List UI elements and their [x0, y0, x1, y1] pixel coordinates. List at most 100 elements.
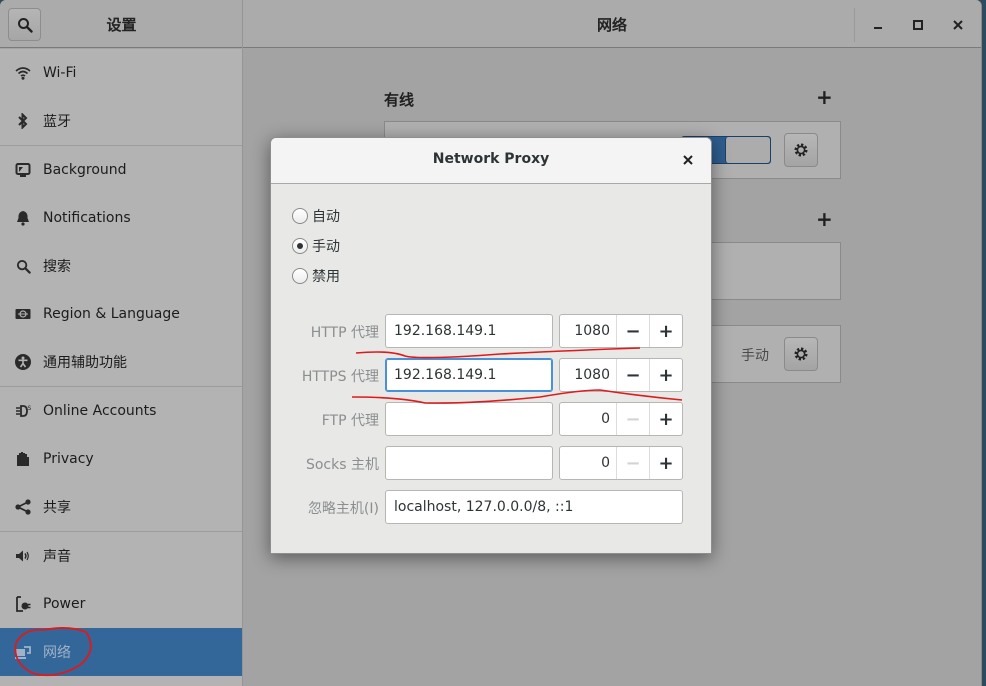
hand-icon — [14, 450, 32, 468]
sidebar-item-label: 通用辅助功能 — [43, 355, 127, 371]
add-wired-button[interactable]: + — [816, 85, 833, 109]
radio-button[interactable] — [292, 268, 308, 284]
svg-text:S: S — [27, 405, 31, 412]
https-proxy-label: HTTPS 代理 — [301, 369, 379, 385]
decrement-button[interactable]: − — [616, 315, 649, 347]
port-value[interactable]: 0 — [560, 447, 616, 479]
dialog-close-button[interactable] — [679, 151, 697, 169]
sidebar-item-notifications[interactable]: Notifications — [0, 194, 242, 242]
sidebar-header: 设置 — [0, 0, 243, 48]
region-icon — [14, 305, 32, 323]
port-value[interactable]: 0 — [560, 403, 616, 435]
sidebar-item-sharing[interactable]: 共享 — [0, 483, 242, 531]
sidebar-item-label: Region & Language — [43, 306, 180, 322]
close-icon — [683, 155, 693, 165]
http-proxy-row: HTTP 代理 192.168.149.1 1080 − + — [271, 314, 711, 348]
proxy-status: 手动 — [741, 348, 769, 364]
sidebar-item-label: 蓝牙 — [43, 114, 71, 130]
sidebar-item-label: Wi-Fi — [43, 65, 77, 81]
radio-auto[interactable]: 自动 — [292, 206, 340, 226]
sidebar-item-label: 网络 — [43, 645, 71, 661]
close-button[interactable] — [947, 14, 969, 36]
gear-icon — [794, 347, 808, 361]
radio-disabled[interactable]: 禁用 — [292, 266, 340, 286]
increment-button[interactable]: + — [649, 359, 682, 391]
radio-label: 自动 — [312, 209, 340, 225]
http-proxy-port-spinner[interactable]: 1080 − + — [559, 314, 683, 348]
network-proxy-dialog: Network Proxy 自动 手动 禁用 HTTP 代理 192.168.1… — [270, 137, 712, 554]
sidebar-item-search[interactable]: 搜索 — [0, 242, 242, 290]
wired-settings-button[interactable] — [784, 133, 818, 167]
share-icon — [14, 498, 32, 516]
https-proxy-row: HTTPS 代理 192.168.149.1 1080 − + — [271, 358, 711, 392]
search-icon — [14, 257, 32, 275]
header-bar: 设置 网络 — [0, 0, 981, 48]
port-value[interactable]: 1080 — [560, 359, 616, 391]
maximize-button[interactable] — [907, 14, 929, 36]
minimize-button[interactable] — [867, 14, 889, 36]
increment-button[interactable]: + — [649, 315, 682, 347]
socks-host-input[interactable] — [385, 446, 553, 480]
sidebar-item-label: Online Accounts — [43, 403, 157, 419]
toggle-knob — [725, 137, 770, 163]
sidebar-item-network[interactable]: 网络 — [0, 628, 242, 676]
sidebar-item-label: 共享 — [43, 500, 71, 516]
wifi-icon — [14, 64, 32, 82]
maximize-icon — [913, 20, 923, 30]
sidebar-item-sound[interactable]: 声音 — [0, 532, 242, 580]
ftp-proxy-host-input[interactable] — [385, 402, 553, 436]
sidebar-item-background[interactable]: Background — [0, 146, 242, 194]
online-accounts-icon: S — [14, 402, 32, 420]
proxy-settings-button[interactable] — [784, 337, 818, 371]
ignore-hosts-row: 忽略主机(I) localhost, 127.0.0.0/8, ::1 — [271, 490, 711, 524]
decrement-button[interactable]: − — [616, 359, 649, 391]
bell-icon — [14, 209, 32, 227]
socks-host-row: Socks 主机 0 − + — [271, 446, 711, 480]
increment-button[interactable]: + — [649, 403, 682, 435]
close-icon — [953, 20, 963, 30]
sidebar-item-label: Power — [43, 596, 86, 612]
sidebar-item-label: Notifications — [43, 210, 131, 226]
ftp-proxy-port-spinner[interactable]: 0 − + — [559, 402, 683, 436]
sidebar-item-online-accounts[interactable]: S Online Accounts — [0, 387, 242, 435]
network-icon — [14, 643, 32, 661]
http-proxy-label: HTTP 代理 — [310, 325, 379, 341]
sidebar-item-privacy[interactable]: Privacy — [0, 435, 242, 483]
sidebar-item-bluetooth[interactable]: 蓝牙 — [0, 97, 242, 145]
radio-label: 禁用 — [312, 269, 340, 285]
https-proxy-port-spinner[interactable]: 1080 − + — [559, 358, 683, 392]
radio-label: 手动 — [312, 239, 340, 255]
gear-icon — [794, 143, 808, 157]
minimize-icon — [874, 27, 882, 29]
socks-port-spinner[interactable]: 0 − + — [559, 446, 683, 480]
ignore-hosts-input[interactable]: localhost, 127.0.0.0/8, ::1 — [385, 490, 683, 524]
radio-button[interactable] — [292, 238, 308, 254]
background-icon — [14, 161, 32, 179]
speaker-icon — [14, 547, 32, 565]
dialog-header: Network Proxy — [271, 138, 711, 184]
increment-button[interactable]: + — [649, 447, 682, 479]
header-separator — [854, 8, 855, 42]
dialog-title: Network Proxy — [432, 151, 550, 167]
sidebar-item-region-language[interactable]: Region & Language — [0, 290, 242, 338]
sidebar-item-power[interactable]: Power — [0, 580, 242, 628]
port-value[interactable]: 1080 — [560, 315, 616, 347]
sidebar: Wi-Fi 蓝牙 Background Notifications 搜索 Reg… — [0, 49, 243, 686]
http-proxy-host-input[interactable]: 192.168.149.1 — [385, 314, 553, 348]
radio-manual[interactable]: 手动 — [292, 236, 340, 256]
sidebar-item-accessibility[interactable]: 通用辅助功能 — [0, 338, 242, 386]
sidebar-item-label: Privacy — [43, 451, 94, 467]
ftp-proxy-row: FTP 代理 0 − + — [271, 402, 711, 436]
decrement-button[interactable]: − — [616, 403, 649, 435]
wired-section-title: 有线 — [384, 91, 415, 109]
power-icon — [14, 595, 32, 613]
sidebar-item-label: 声音 — [43, 549, 71, 565]
accessibility-icon — [14, 353, 32, 371]
socks-host-label: Socks 主机 — [305, 457, 379, 473]
radio-button[interactable] — [292, 208, 308, 224]
decrement-button[interactable]: − — [616, 447, 649, 479]
ignore-hosts-label: 忽略主机(I) — [307, 501, 379, 517]
https-proxy-host-input[interactable]: 192.168.149.1 — [385, 358, 553, 392]
sidebar-item-wifi[interactable]: Wi-Fi — [0, 49, 242, 97]
add-vpn-button[interactable]: + — [816, 207, 833, 231]
